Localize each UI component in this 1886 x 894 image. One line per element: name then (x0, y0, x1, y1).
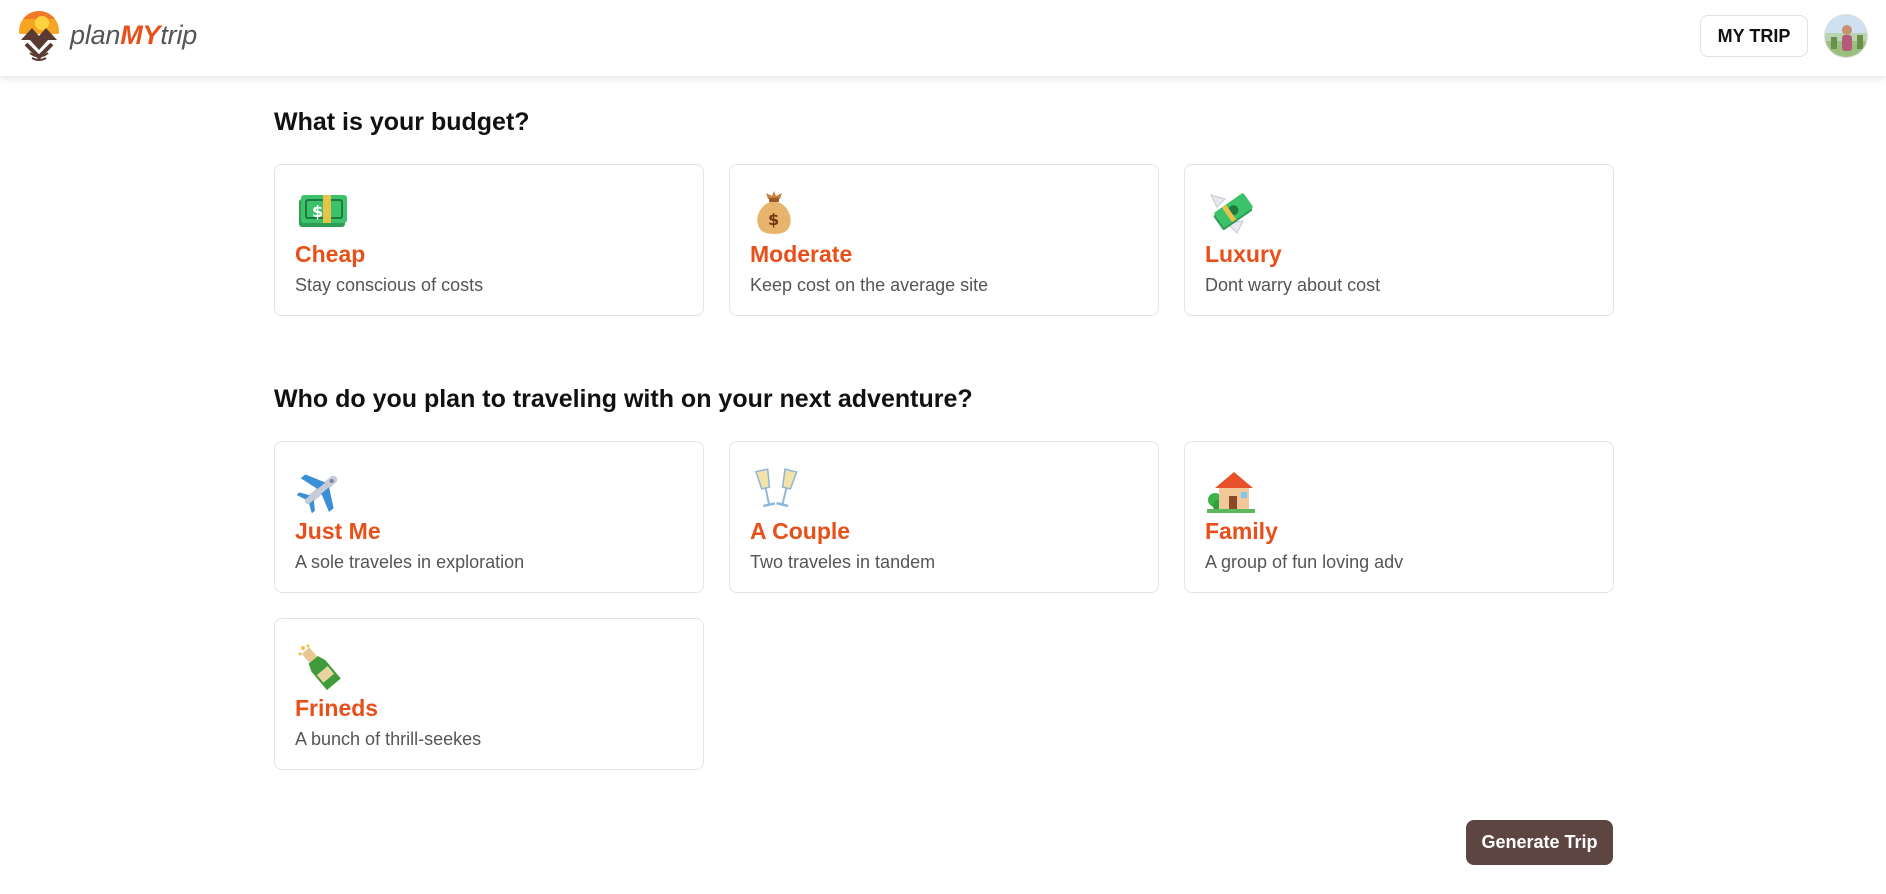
money-banknote-icon: $ (297, 189, 351, 235)
brand-prefix: plan (70, 20, 121, 50)
budget-option-cheap[interactable]: $ Cheap Stay conscious of costs (274, 164, 704, 316)
option-title: Luxury (1205, 241, 1282, 267)
option-description: Two traveles in tandem (750, 552, 936, 572)
budget-heading: What is your budget? (274, 108, 530, 136)
travelers-heading: Who do you plan to traveling with on you… (274, 385, 973, 413)
option-title: Moderate (750, 241, 853, 267)
option-description: A bunch of thrill-seekes (295, 729, 482, 749)
top-navbar: planMYtrip MY TRIP (0, 0, 1886, 76)
option-title: Family (1205, 518, 1278, 544)
sunset-mountain-logo-icon[interactable] (18, 10, 60, 62)
budget-option-moderate[interactable]: $ Moderate Keep cost on the average site (729, 164, 1159, 316)
traveler-option-frineds[interactable]: Frineds A bunch of thrill-seekes (274, 618, 704, 770)
clinking-glasses-icon (752, 466, 806, 512)
money-with-wings-icon (1207, 189, 1261, 235)
airplane-icon (297, 466, 351, 514)
brand-name[interactable]: planMYtrip (70, 20, 197, 51)
budget-option-luxury[interactable]: Luxury Dont warry about cost (1184, 164, 1614, 316)
option-description: Dont warry about cost (1205, 275, 1381, 295)
svg-text:$: $ (312, 202, 323, 221)
traveler-option-just-me[interactable]: Just Me A sole traveles in exploration (274, 441, 704, 593)
champagne-bottle-icon (297, 643, 351, 691)
house-with-garden-icon (1207, 466, 1261, 513)
brand-mid: MY (120, 20, 161, 50)
money-bag-icon: $ (752, 189, 806, 235)
traveler-option-family[interactable]: Family A group of fun loving adv (1184, 441, 1614, 593)
option-description: Keep cost on the average site (750, 275, 989, 295)
option-title: A Couple (750, 518, 851, 544)
traveler-option-a-couple[interactable]: A Couple Two traveles in tandem (729, 441, 1159, 593)
option-description: Stay conscious of costs (295, 275, 484, 295)
svg-text:$: $ (768, 210, 779, 229)
brand-suffix: trip (160, 20, 198, 50)
user-avatar-icon[interactable] (1824, 14, 1868, 58)
option-description: A sole traveles in exploration (295, 552, 525, 572)
option-title: Frineds (295, 695, 379, 721)
generate-trip-button[interactable]: Generate Trip (1466, 820, 1613, 865)
option-title: Just Me (295, 518, 381, 544)
option-description: A group of fun loving adv (1205, 552, 1404, 572)
my-trip-button[interactable]: MY TRIP (1700, 15, 1808, 57)
option-title: Cheap (295, 241, 366, 267)
